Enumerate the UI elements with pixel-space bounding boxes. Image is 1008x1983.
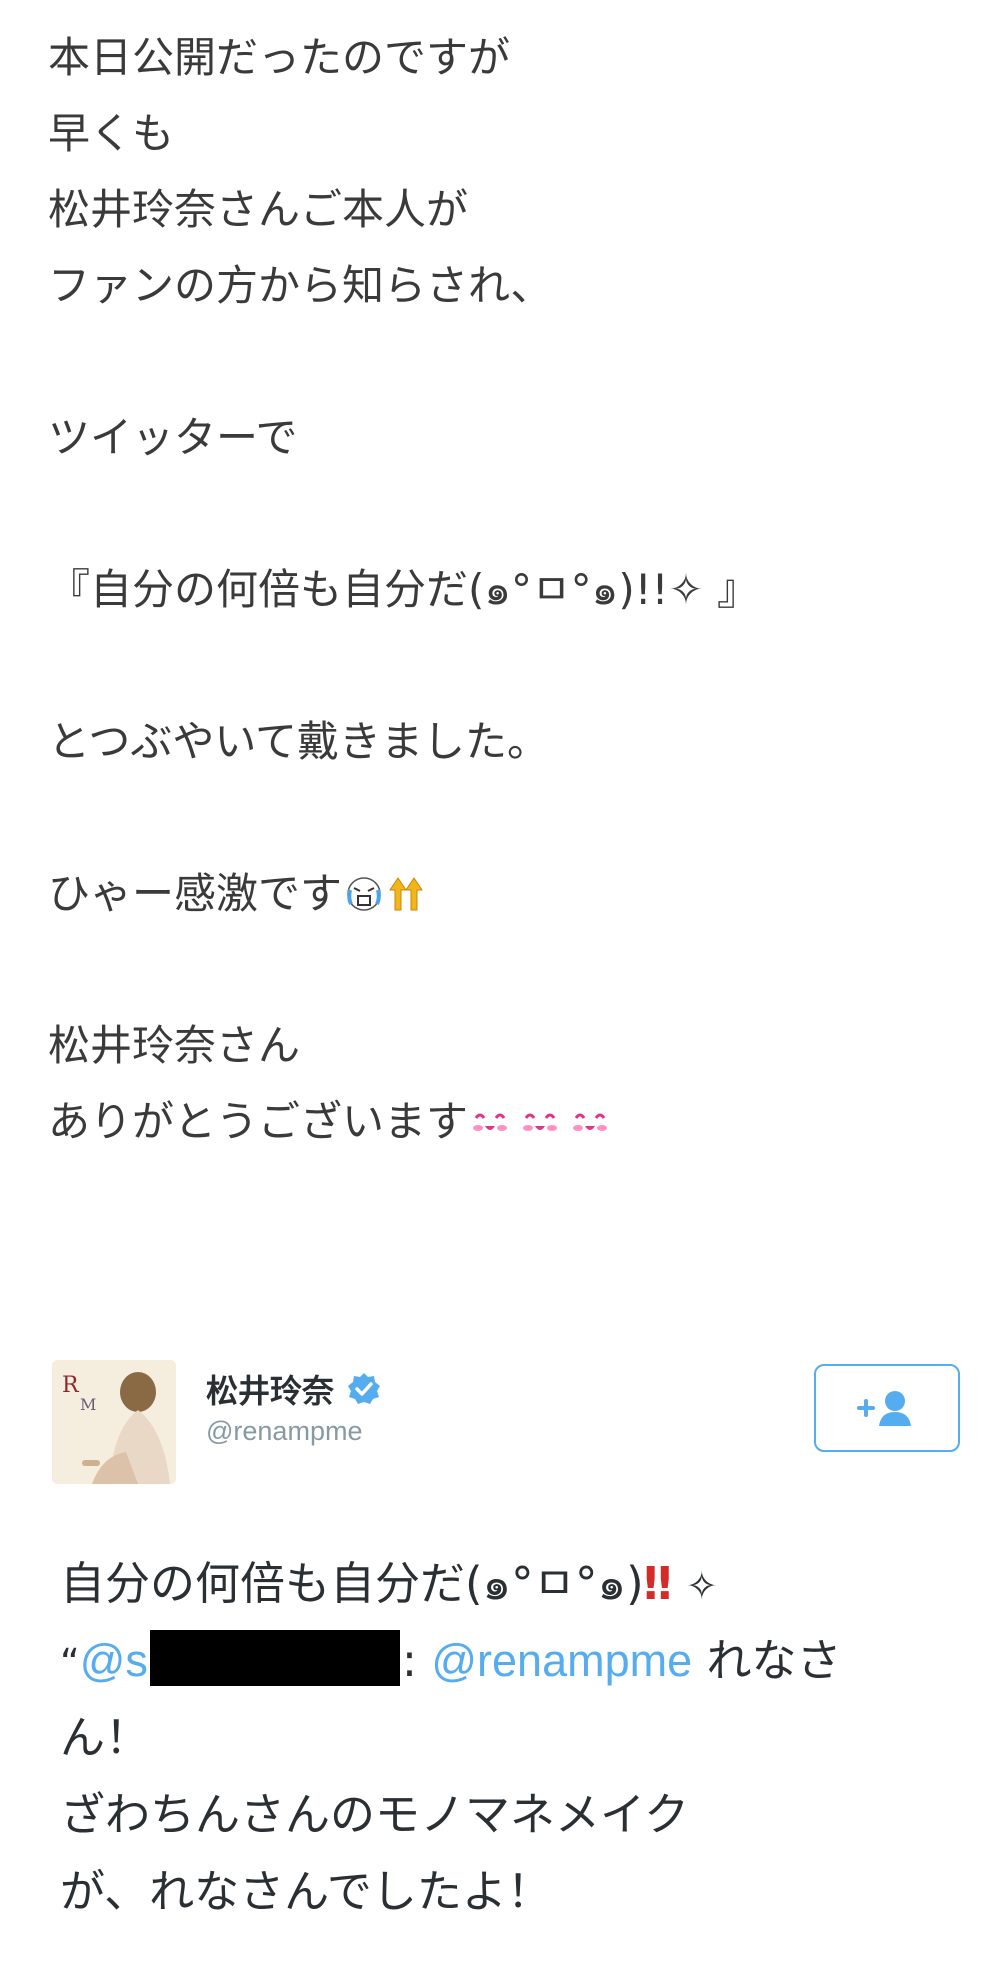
blog-text-line-with-emoji: ありがとうございます [48, 1084, 968, 1160]
blog-text-line: 松井玲奈さんご本人が [48, 185, 469, 234]
blushing-face-icon [473, 1113, 508, 1131]
blog-text-line: ファンの方から知らされ、 [48, 261, 553, 310]
quote-mark: “ [60, 1641, 80, 1685]
mention-link[interactable]: @renampme [431, 1635, 692, 1686]
blushing-face-icon [573, 1113, 608, 1131]
blog-text-line: 本日公開だったのですが [48, 33, 511, 82]
avatar-monogram: R [62, 1373, 80, 1398]
follow-plus-user-icon [857, 1391, 911, 1426]
blog-text: ありがとうございます [48, 1097, 469, 1146]
blog-text: ひゃー感激です [48, 869, 343, 918]
tweet-text-line: ざわちんさんのモノマネメイク [60, 1788, 690, 1841]
mention-link[interactable]: @s [80, 1635, 148, 1686]
tweet-text: 自分の何倍も自分だ(๑°ㅁ°๑)‼ ✧ “@s: @renampme れなさ ん！… [60, 1545, 960, 1930]
avatar[interactable]: R M [52, 1360, 176, 1484]
verified-badge-icon [348, 1373, 381, 1404]
tweet-text-segment: 自分の何倍も自分だ(๑°ㅁ°๑) [60, 1557, 644, 1610]
author-name[interactable]: 松井玲奈 [206, 1372, 334, 1410]
svg-text:M: M [80, 1395, 96, 1414]
double-exclamation-icon: ‼ [643, 1557, 672, 1610]
sparkle-icon: ✧ [685, 1564, 718, 1608]
blog-post-body: 本日公開だったのですが 早くも 松井玲奈さんご本人が ファンの方から知らされ、 … [48, 20, 968, 1160]
blog-text-line: 『自分の何倍も自分だ(๑°ㅁ°๑)!!✧ 』 [48, 565, 759, 614]
crying-face-icon [347, 877, 381, 911]
blog-text-line: 松井玲奈さん [48, 1021, 301, 1070]
tweet-author[interactable]: 松井玲奈 [206, 1366, 381, 1410]
blog-text-line-with-emoji: ひゃー感激です [48, 856, 968, 932]
avatar-photo: R M [52, 1360, 176, 1484]
tweet-text-line: ん！ [60, 1711, 151, 1764]
blog-text-line: 早くも [48, 109, 175, 158]
redaction-bar [149, 1630, 400, 1686]
tweet-text-segment: れなさ [692, 1634, 842, 1687]
tweet-text-line: “@s: @renampme れなさ [60, 1622, 960, 1699]
follow-button[interactable] [814, 1364, 960, 1452]
blushing-face-icon [523, 1113, 558, 1131]
colon: : [401, 1634, 418, 1687]
double-up-arrow-icon [389, 877, 423, 911]
blog-text-line: とつぶやいて戴きました。 [48, 717, 550, 766]
author-handle[interactable]: @renampme [206, 1416, 362, 1447]
blog-text-line: ツイッターで [48, 413, 298, 462]
tweet-text-line: が、れなさんでしたよ！ [60, 1865, 552, 1918]
tweet-text-line: 自分の何倍も自分だ(๑°ㅁ°๑)‼ ✧ [60, 1545, 960, 1622]
